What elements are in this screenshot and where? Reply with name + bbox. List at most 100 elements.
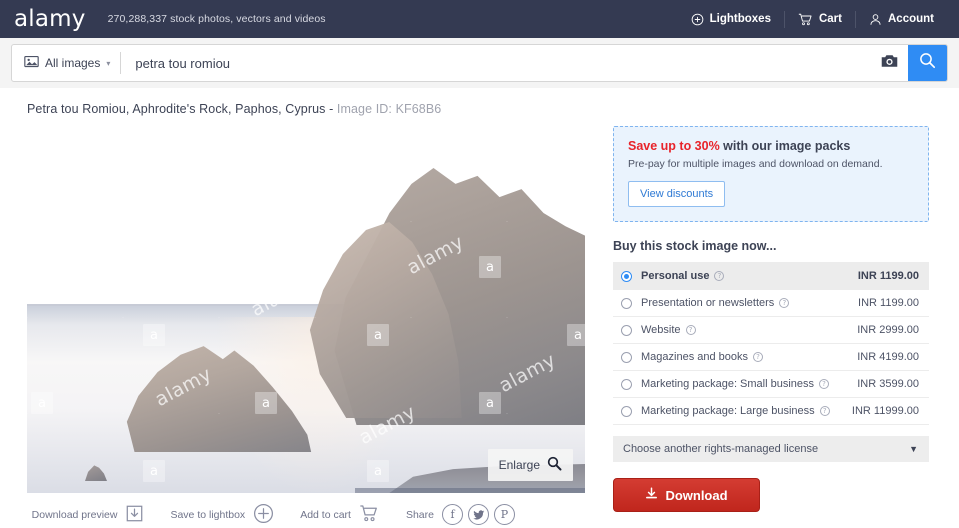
radio-presentation[interactable] (621, 297, 632, 309)
download-box-icon (125, 504, 144, 526)
rights-managed-select-label: Choose another rights-managed license (623, 443, 819, 455)
enlarge-button[interactable]: Enlarge (487, 449, 573, 481)
plan-price: INR 3599.00 (857, 378, 919, 390)
product-page: Petra tou Romiou, Aphrodite's Rock, Paph… (0, 88, 959, 528)
nav-cart-label: Cart (818, 13, 842, 25)
pinterest-icon[interactable]: P (494, 504, 515, 525)
watermark-letter: a (255, 256, 277, 278)
enlarge-label: Enlarge (498, 458, 540, 472)
image-column: a a a a a a a a a a a a a alamy alamy al… (27, 126, 585, 528)
share-label: Share (405, 508, 434, 521)
nav-cart[interactable]: Cart (785, 10, 855, 28)
help-icon[interactable]: ? (779, 298, 790, 308)
watermark-letter: a (479, 256, 501, 278)
twitter-icon[interactable] (468, 504, 489, 525)
download-button-label: Download (665, 487, 728, 503)
help-icon[interactable]: ? (714, 271, 725, 281)
watermark-letter: a (143, 460, 165, 482)
chevron-down-icon: ▼ (909, 444, 918, 454)
plan-price: INR 4199.00 (857, 351, 919, 363)
watermark-letter: a (479, 392, 501, 414)
download-preview-button[interactable]: Download preview (32, 504, 145, 526)
download-icon (645, 487, 658, 503)
plan-row-marketing-small[interactable]: Marketing package: Small business ? INR … (613, 371, 929, 398)
plan-label-group: Personal use ? (641, 270, 858, 282)
help-icon[interactable]: ? (819, 379, 830, 389)
top-navigation-bar: alamy 270,288,337 stock photos, vectors … (0, 0, 959, 38)
save-to-lightbox-button[interactable]: Save to lightbox (170, 503, 274, 527)
plan-label-group: Marketing package: Large business ? (641, 405, 852, 417)
promo-banner: Save up to 30% with our image packs Pre-… (613, 126, 929, 222)
watermark-letter: a (143, 324, 165, 346)
radio-marketing-large[interactable] (621, 405, 632, 417)
image-icon (24, 55, 39, 71)
search-box: All images ▾ (11, 44, 948, 82)
plan-label: Website (641, 324, 681, 336)
view-discounts-button[interactable]: View discounts (628, 181, 726, 207)
plan-price: INR 1199.00 (858, 297, 919, 309)
plan-price: INR 11999.00 (851, 405, 919, 417)
search-input[interactable] (121, 45, 869, 81)
camera-search-button[interactable] (869, 45, 909, 81)
facebook-icon[interactable]: f (442, 504, 463, 525)
radio-personal-use[interactable] (621, 270, 632, 282)
watermark-letter: a (567, 324, 585, 346)
chevron-down-icon: ▾ (106, 58, 111, 68)
category-dropdown[interactable]: All images ▾ (12, 45, 120, 81)
plan-row-magazines[interactable]: Magazines and books ? INR 4199.00 (613, 344, 929, 371)
download-preview-label: Download preview (31, 508, 118, 521)
watermark-grid (27, 126, 585, 493)
page-title: Petra tou Romiou, Aphrodite's Rock, Paph… (0, 88, 959, 126)
watermark-letter: a (367, 460, 389, 482)
alamy-logo[interactable]: alamy (14, 7, 86, 31)
nav-account[interactable]: Account (856, 10, 947, 28)
magnifier-icon (547, 456, 562, 474)
image-action-toolbar: Download preview Save to lightbox Add to… (27, 493, 585, 528)
stock-image-preview[interactable]: a a a a a a a a a a a a a alamy alamy al… (27, 126, 585, 493)
plan-label: Marketing package: Small business (641, 378, 815, 390)
promo-highlight: Save up to 30% (628, 139, 720, 153)
rights-managed-select[interactable]: Choose another rights-managed license ▼ (613, 436, 929, 462)
top-nav-actions: Lightboxes Cart Account (678, 0, 947, 38)
plan-label: Presentation or newsletters (641, 297, 775, 309)
camera-icon (880, 53, 899, 74)
user-icon (869, 13, 882, 26)
promo-headline: Save up to 30% with our image packs (628, 139, 914, 153)
search-submit-button[interactable] (908, 45, 947, 81)
plan-row-marketing-large[interactable]: Marketing package: Large business ? INR … (613, 398, 929, 425)
plan-price: INR 1199.00 (857, 270, 919, 282)
plan-row-website[interactable]: Website ? INR 2999.00 (613, 317, 929, 344)
category-dropdown-label: All images (45, 56, 101, 70)
watermark-letter: a (567, 188, 585, 210)
radio-website[interactable] (621, 324, 632, 336)
cart-icon (359, 504, 380, 526)
help-icon[interactable]: ? (685, 325, 696, 335)
plan-row-personal-use[interactable]: Personal use ? INR 1199.00 (613, 263, 929, 290)
nav-lightboxes-label: Lightboxes (709, 13, 771, 25)
promo-headline-rest: with our image packs (719, 139, 851, 153)
save-to-lightbox-label: Save to lightbox (170, 508, 246, 521)
purchase-sidebar: Save up to 30% with our image packs Pre-… (613, 126, 929, 528)
cart-icon (798, 13, 813, 26)
image-id: Image ID: KF68B6 (336, 102, 442, 116)
help-icon[interactable]: ? (753, 352, 764, 362)
plan-row-presentation[interactable]: Presentation or newsletters ? INR 1199.0… (613, 290, 929, 317)
radio-marketing-small[interactable] (621, 378, 632, 390)
share-group: Share f P (406, 504, 515, 525)
watermark-letter: a (255, 392, 277, 414)
plan-label-group: Website ? (641, 324, 857, 336)
nav-lightboxes[interactable]: Lightboxes (678, 10, 784, 28)
site-tagline: 270,288,337 stock photos, vectors and vi… (107, 13, 326, 25)
download-button[interactable]: Download (613, 478, 760, 512)
help-icon[interactable]: ? (819, 406, 830, 416)
plan-label: Personal use (641, 270, 710, 282)
add-to-cart-button[interactable]: Add to cart (300, 504, 380, 526)
share-icon-list: f P (442, 504, 515, 525)
watermark-letter: a (367, 188, 389, 210)
plan-label: Marketing package: Large business (641, 405, 815, 417)
search-bar-region: All images ▾ (0, 38, 959, 88)
buy-heading: Buy this stock image now... (613, 239, 777, 253)
radio-magazines[interactable] (621, 351, 632, 363)
plan-label: Magazines and books (641, 351, 749, 363)
watermark-letter: a (31, 392, 53, 414)
